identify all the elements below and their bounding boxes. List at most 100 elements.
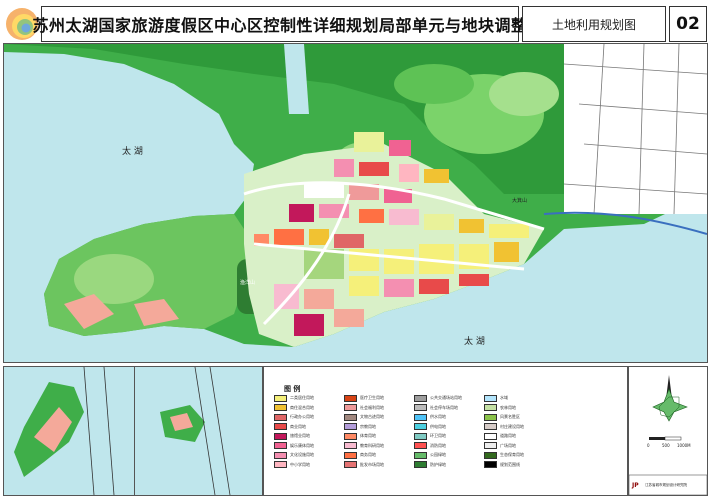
legend-label: 道路用地 (500, 433, 516, 438)
legend-label: 供电用地 (430, 423, 446, 429)
legend-label: 教育科研用地 (360, 442, 384, 448)
legend-label: 生态保育用地 (500, 452, 524, 457)
legend-swatch (484, 451, 497, 459)
hill-light-2 (489, 72, 559, 116)
legend-item: 中小学用地 (274, 461, 310, 469)
legend-item: 公共交通场站用地 (414, 394, 462, 402)
legend-label: 防护绿地 (430, 461, 446, 467)
legend-item: 广场用地 (484, 442, 516, 450)
legend-swatch (484, 423, 497, 430)
west-hill (74, 254, 154, 304)
legend-swatch (274, 451, 287, 459)
legend-item: 娱乐康体用地 (274, 442, 314, 450)
sheet-number-box: 02 (669, 6, 707, 42)
legend-swatch (344, 413, 357, 421)
legend-item: 二类居住用地 (274, 394, 314, 402)
legend-title: 图 例 (284, 385, 301, 393)
legend-label: 消防用地 (430, 442, 446, 448)
drawing-frame: 苏州太湖国家旅游度假区中心区控制性详细规划局部单元与地块调整 土地利用规划图 0… (0, 0, 709, 500)
scale-tick-500: 500 (662, 443, 670, 448)
legend-swatch (274, 394, 287, 402)
legend-swatch (414, 413, 427, 421)
scale-bar: 0 500 1000M (647, 436, 691, 448)
legend-swatch (484, 442, 497, 449)
legend-swatch (274, 413, 287, 421)
legend-label: 风景名胜区 (500, 414, 520, 419)
legend-item: 供水用地 (414, 413, 446, 421)
legend-label: 宗教用地 (360, 423, 376, 429)
hill-label-yuyang: 渔洋山 (240, 279, 255, 286)
legend-swatch (484, 413, 497, 421)
legend-swatch (274, 404, 287, 411)
scale-tick-1000: 1000M (677, 443, 691, 448)
legend-item: 生态保育用地 (484, 451, 524, 459)
hill-label-daji: 大箕山 (512, 197, 527, 204)
city-area (564, 44, 707, 214)
legend-item: 商业用地 (274, 423, 306, 431)
legend-label: 村庄建设用地 (500, 423, 524, 429)
legend-swatch (344, 442, 357, 449)
legend-swatch (344, 432, 357, 440)
legend-item: 文物古迹用地 (344, 413, 384, 421)
legend-item: 规划范围线 (484, 461, 520, 469)
legend-swatch (274, 461, 287, 468)
legend-item: 商住混合用地 (274, 404, 314, 412)
legend-label: 批发市场用地 (360, 461, 384, 467)
legend-label: 社会停车场用地 (430, 404, 458, 410)
legend-item: 公园绿地 (414, 451, 446, 459)
sheet-name-box: 土地利用规划图 (522, 6, 666, 42)
legend-swatch (414, 394, 427, 402)
legend-item: 防护绿地 (414, 461, 446, 469)
land-use-map[interactable]: 太 湖 太 湖 渔洋山 大箕山 (3, 43, 708, 363)
legend-label: 供水用地 (430, 414, 446, 419)
legend-swatch (484, 394, 497, 402)
scale-tick-0: 0 (647, 443, 650, 448)
legend-label: 公园绿地 (430, 452, 446, 457)
hill-light-3 (394, 64, 474, 104)
legend-label: 医疗卫生用地 (360, 395, 384, 400)
location-inset-1 (3, 366, 135, 496)
credit-org: 江苏省城市规划设计研究院 (645, 482, 687, 487)
legend-swatch (274, 423, 287, 430)
legend-swatch (344, 461, 357, 468)
legend-item: 环卫用地 (414, 432, 446, 440)
legend-label: 二类居住用地 (290, 395, 314, 400)
legend-item: 水域 (484, 394, 508, 402)
legend-swatch (414, 442, 427, 449)
legend-label: 农林用地 (500, 404, 516, 410)
legend-label: 环卫用地 (430, 433, 446, 438)
legend-label: 社会福利用地 (360, 404, 384, 410)
legend-swatch (344, 404, 357, 411)
location-inset-2 (134, 366, 263, 496)
legend-label: 商住混合用地 (290, 404, 314, 410)
legend-label: 规划范围线 (500, 461, 520, 467)
legend-item: 医疗卫生用地 (344, 394, 384, 402)
legend-item: 道路用地 (484, 432, 516, 440)
compass-and-scale: 0 500 1000M JP 江苏省城市规划设计研究院 (628, 366, 708, 496)
legend-swatch (484, 404, 497, 411)
legend-label: 公共交通场站用地 (430, 395, 462, 400)
legend-swatch (414, 432, 427, 440)
legend-label: 商业用地 (290, 423, 306, 429)
legend-item: 社会福利用地 (344, 404, 384, 412)
legend-swatch (414, 461, 427, 468)
credit-mark: JP (631, 482, 639, 489)
legend-label: 中小学用地 (290, 461, 310, 467)
sheet-name: 土地利用规划图 (551, 17, 636, 32)
legend-swatch (414, 451, 427, 459)
legend-item: 社会停车场用地 (414, 404, 458, 412)
legend-label: 商务用地 (360, 452, 376, 457)
legend-swatch (344, 394, 357, 402)
legend-item: 消防用地 (414, 442, 446, 450)
legend-label: 水域 (500, 395, 508, 400)
legend-item: 体育用地 (344, 432, 376, 440)
legend-item: 宗教用地 (344, 423, 376, 431)
legend-label: 体育用地 (360, 433, 376, 438)
legend-swatch (344, 423, 357, 430)
legend-swatch (414, 423, 427, 430)
title-box: 苏州太湖国家旅游度假区中心区控制性详细规划局部单元与地块调整 (33, 6, 527, 42)
lake-label-north: 太 湖 (122, 145, 143, 157)
legend-item: 商务用地 (344, 451, 376, 459)
legend-swatch (274, 432, 287, 440)
legend-swatch (414, 404, 427, 411)
